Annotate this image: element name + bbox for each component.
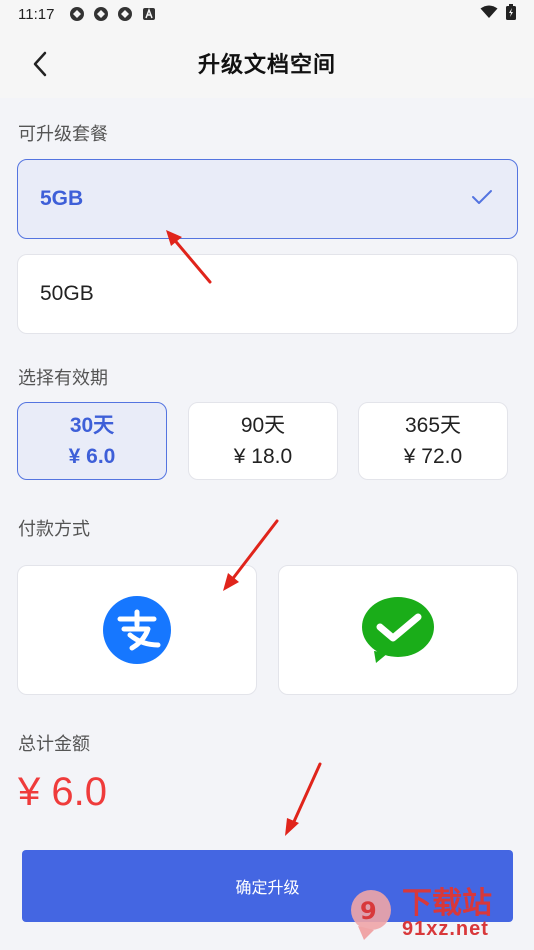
wifi-icon — [480, 5, 498, 23]
total-amount: ¥ 6.0 — [18, 770, 107, 814]
sync-icon — [92, 5, 110, 23]
payment-option-wechat[interactable] — [278, 565, 518, 695]
validity-duration: 365天 — [404, 414, 462, 437]
total-section-label: 总计金额 — [18, 734, 90, 755]
accessibility-a-icon — [140, 5, 158, 23]
battery-icon — [506, 4, 516, 24]
alipay-icon — [103, 596, 171, 664]
wechat-pay-icon — [362, 597, 434, 663]
validity-duration: 30天 — [69, 414, 115, 437]
status-time: 11:17 — [18, 5, 55, 23]
watermark-domain: 91xz.net — [402, 918, 489, 940]
svg-text:9: 9 — [360, 897, 377, 925]
check-icon — [471, 188, 493, 212]
sync-icon — [116, 5, 134, 23]
status-right — [480, 4, 516, 24]
page-title: 升级文档空间 — [197, 53, 336, 78]
validity-duration: 90天 — [240, 414, 286, 437]
payment-section-label: 付款方式 — [18, 519, 90, 540]
validity-option-90-days[interactable]: 90天 ¥ 18.0 — [188, 402, 338, 480]
chevron-left-icon — [33, 51, 47, 77]
watermark-logo-icon: 9 — [351, 890, 391, 940]
app-header: 升级文档空间 — [0, 28, 534, 98]
validity-option-30-days[interactable]: 30天 ¥ 6.0 — [17, 402, 167, 480]
plan-option-label: 50GB — [40, 282, 94, 305]
plan-option-50gb[interactable]: 50GB — [17, 254, 518, 334]
watermark-title: 下载站 — [402, 886, 492, 921]
plan-option-label: 5GB — [40, 187, 84, 210]
annotation-arrow — [285, 762, 322, 836]
plan-option-5gb[interactable]: 5GB — [17, 159, 518, 239]
status-bar: 11:17 — [0, 0, 534, 28]
watermark-text: 下载站 91xz.net — [402, 886, 492, 940]
sync-icon — [68, 5, 86, 23]
payment-option-alipay[interactable] — [17, 565, 257, 695]
validity-price: ¥ 6.0 — [68, 445, 116, 468]
validity-option-365-days[interactable]: 365天 ¥ 72.0 — [358, 402, 508, 480]
validity-section-label: 选择有效期 — [18, 368, 108, 389]
plans-section-label: 可升级套餐 — [18, 124, 108, 145]
validity-price: ¥ 18.0 — [233, 445, 293, 468]
back-button[interactable] — [22, 46, 58, 82]
watermark: 9 下载站 91xz.net — [344, 882, 524, 946]
validity-price: ¥ 72.0 — [403, 445, 463, 468]
